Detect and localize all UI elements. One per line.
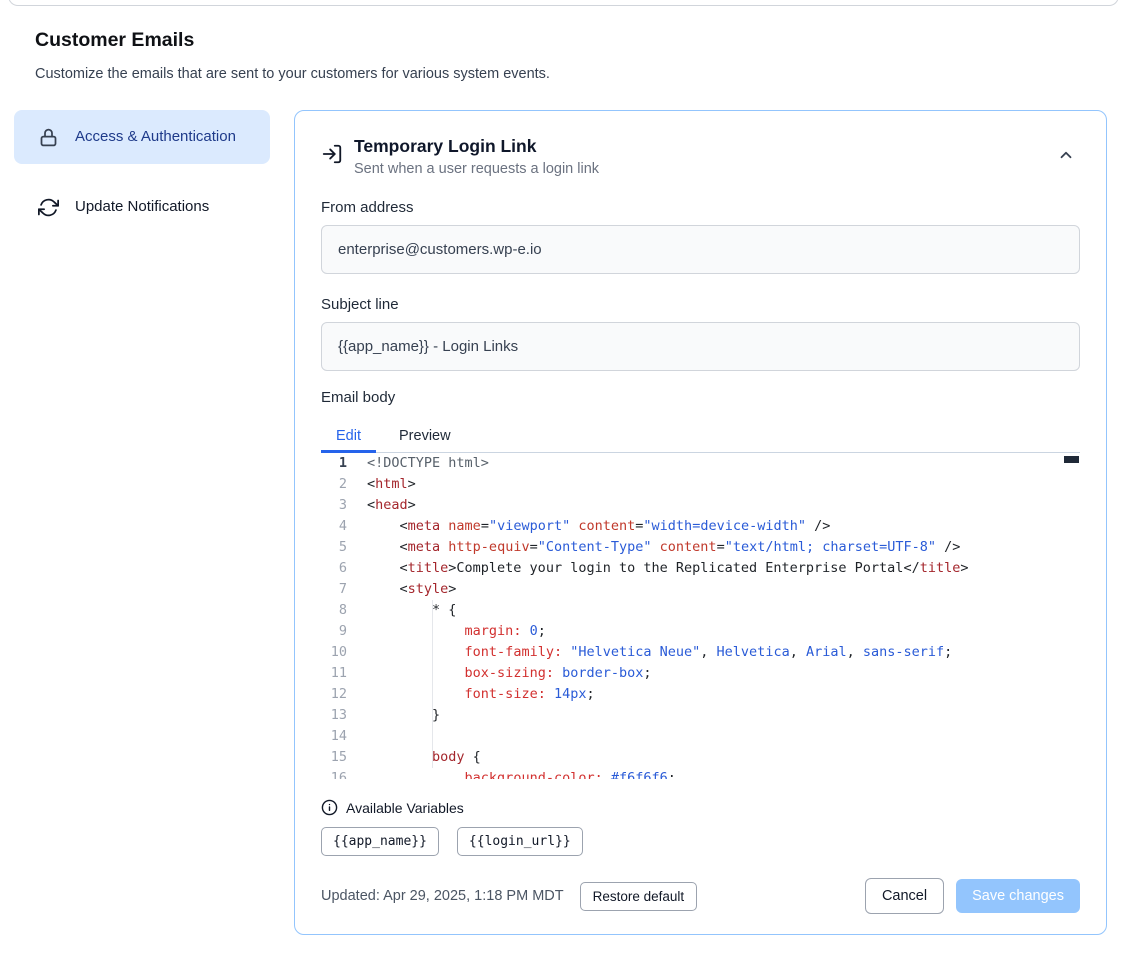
line-number: 16 <box>321 768 353 779</box>
from-address-label: From address <box>321 199 1080 216</box>
sidebar-item-access-authentication[interactable]: Access & Authentication <box>14 110 270 164</box>
tab-preview[interactable]: Preview <box>384 419 466 452</box>
code-line[interactable]: 15 body { <box>321 747 1080 768</box>
variable-chips: {{app_name}} {{login_url}} <box>321 827 1080 856</box>
editor-scrollbar-thumb[interactable] <box>1064 456 1079 463</box>
email-template-panel: Temporary Login Link Sent when a user re… <box>294 110 1107 935</box>
sidebar-item-label: Update Notifications <box>75 195 209 219</box>
line-number: 4 <box>321 516 353 537</box>
code-line[interactable]: 4 <meta name="viewport" content="width=d… <box>321 516 1080 537</box>
line-number: 1 <box>321 453 353 474</box>
code-line[interactable]: 6 <title>Complete your login to the Repl… <box>321 558 1080 579</box>
available-variables-label: Available Variables <box>346 800 464 816</box>
line-number: 2 <box>321 474 353 495</box>
lock-icon <box>38 126 60 148</box>
line-number: 11 <box>321 663 353 684</box>
variable-chip-login-url[interactable]: {{login_url}} <box>457 827 583 856</box>
line-number: 10 <box>321 642 353 663</box>
top-card-edge <box>8 0 1119 6</box>
code-line[interactable]: 1<!DOCTYPE html> <box>321 453 1080 474</box>
line-number: 13 <box>321 705 353 726</box>
code-line[interactable]: 16 background-color: #f6f6f6; <box>321 768 1080 779</box>
collapse-panel-button[interactable] <box>1052 142 1080 170</box>
subject-line-label: Subject line <box>321 296 1080 313</box>
panel-title: Temporary Login Link <box>354 136 599 157</box>
editor-tabbar: Edit Preview <box>321 419 1080 453</box>
tab-edit[interactable]: Edit <box>321 419 376 453</box>
line-number: 15 <box>321 747 353 768</box>
save-changes-button[interactable]: Save changes <box>956 879 1080 913</box>
subject-line-input[interactable] <box>321 322 1080 371</box>
refresh-icon <box>38 196 60 218</box>
code-line[interactable]: 8 * { <box>321 600 1080 621</box>
line-number: 14 <box>321 726 353 747</box>
chevron-up-icon <box>1057 146 1075 167</box>
code-line[interactable]: 9 margin: 0; <box>321 621 1080 642</box>
code-line[interactable]: 7 <style> <box>321 579 1080 600</box>
line-number: 7 <box>321 579 353 600</box>
restore-default-button[interactable]: Restore default <box>580 882 698 911</box>
line-number: 8 <box>321 600 353 621</box>
indent-guide <box>432 600 433 768</box>
code-line[interactable]: 10 font-family: "Helvetica Neue", Helvet… <box>321 642 1080 663</box>
line-number: 3 <box>321 495 353 516</box>
info-icon[interactable] <box>321 799 338 816</box>
login-icon <box>321 143 343 165</box>
panel-footer: Updated: Apr 29, 2025, 1:18 PM MDT Resto… <box>321 878 1080 914</box>
line-number: 5 <box>321 537 353 558</box>
email-types-sidebar: Access & Authentication Update Notificat… <box>14 110 270 250</box>
sidebar-item-update-notifications[interactable]: Update Notifications <box>14 180 270 234</box>
from-address-input[interactable] <box>321 225 1080 274</box>
email-body-label: Email body <box>321 389 1080 406</box>
cancel-button[interactable]: Cancel <box>865 878 944 914</box>
code-line[interactable]: 11 box-sizing: border-box; <box>321 663 1080 684</box>
updated-timestamp: Updated: Apr 29, 2025, 1:18 PM MDT <box>321 888 564 904</box>
line-number: 12 <box>321 684 353 705</box>
code-lines: 1<!DOCTYPE html>2<html>3<head>4 <meta na… <box>321 453 1080 779</box>
sidebar-item-label: Access & Authentication <box>75 125 236 149</box>
page-subtitle: Customize the emails that are sent to yo… <box>35 66 550 82</box>
code-editor[interactable]: 1<!DOCTYPE html>2<html>3<head>4 <meta na… <box>321 453 1080 779</box>
panel-header: Temporary Login Link Sent when a user re… <box>321 136 1080 177</box>
code-line[interactable]: 2<html> <box>321 474 1080 495</box>
panel-subtitle: Sent when a user requests a login link <box>354 161 599 177</box>
code-line[interactable]: 13 } <box>321 705 1080 726</box>
code-line[interactable]: 5 <meta http-equiv="Content-Type" conten… <box>321 537 1080 558</box>
code-line[interactable]: 3<head> <box>321 495 1080 516</box>
code-line[interactable]: 14 <box>321 726 1080 747</box>
code-line[interactable]: 12 font-size: 14px; <box>321 684 1080 705</box>
available-variables-row: Available Variables <box>321 799 1080 816</box>
variable-chip-app-name[interactable]: {{app_name}} <box>321 827 439 856</box>
page-title: Customer Emails <box>35 29 194 52</box>
line-number: 6 <box>321 558 353 579</box>
line-number: 9 <box>321 621 353 642</box>
